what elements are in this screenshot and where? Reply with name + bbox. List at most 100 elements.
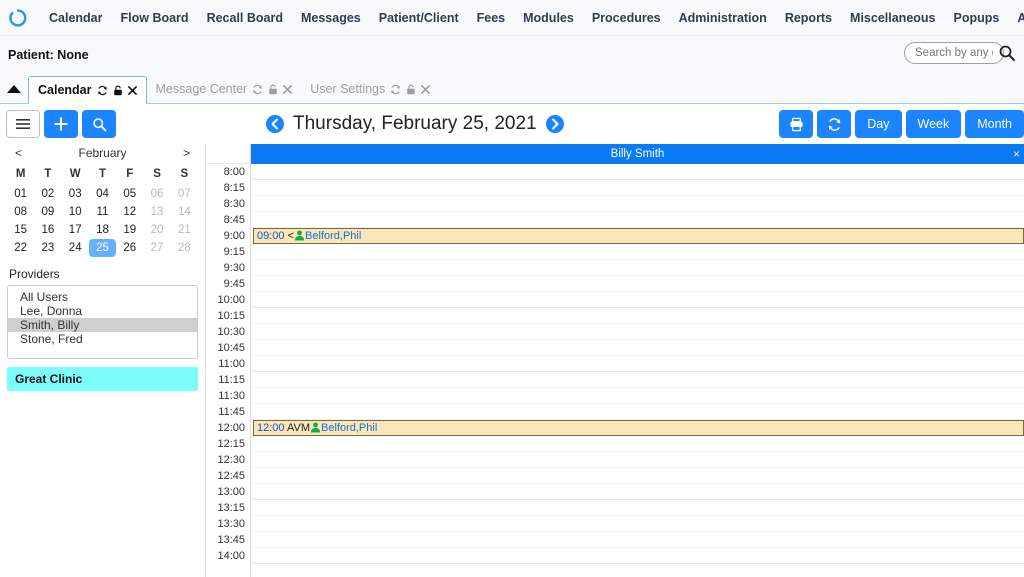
appointment-block[interactable]: 12:00 AVM Belford,Phil: [253, 420, 1024, 436]
appointment-block[interactable]: 09:00 < Belford,Phil: [253, 228, 1024, 244]
mini-cal-day[interactable]: 23: [34, 239, 61, 257]
time-slot[interactable]: [251, 244, 1024, 260]
mini-cal-day[interactable]: 21: [171, 221, 198, 239]
time-slot[interactable]: [251, 324, 1024, 340]
tab-calendar-close-icon[interactable]: [127, 85, 137, 95]
mini-cal-day[interactable]: 06: [143, 185, 170, 203]
time-slot[interactable]: [251, 388, 1024, 404]
tab-message-center[interactable]: Message Center: [147, 75, 302, 103]
mini-cal-day[interactable]: 11: [89, 203, 116, 221]
search-icon[interactable]: [998, 44, 1016, 62]
tab-calendar-lock-icon[interactable]: [113, 85, 123, 96]
mini-cal-day[interactable]: 05: [116, 185, 143, 203]
time-slot[interactable]: [251, 180, 1024, 196]
time-slot[interactable]: [251, 548, 1024, 564]
time-slot[interactable]: [251, 532, 1024, 548]
mini-cal-day[interactable]: 17: [62, 221, 89, 239]
mini-cal-day[interactable]: 13: [143, 203, 170, 221]
nav-item-modules[interactable]: Modules: [514, 0, 583, 36]
search-appointment-button[interactable]: [82, 110, 116, 138]
mini-cal-day[interactable]: 02: [34, 185, 61, 203]
chevron-left-circle-icon[interactable]: [265, 114, 285, 134]
time-slot[interactable]: [251, 276, 1024, 292]
time-slot[interactable]: [251, 404, 1024, 420]
time-slot[interactable]: [251, 436, 1024, 452]
mini-cal-day[interactable]: 24: [62, 239, 89, 257]
mini-cal-day[interactable]: 27: [143, 239, 170, 257]
tab-user-settings-refresh-icon[interactable]: [390, 84, 401, 95]
time-slot[interactable]: [251, 308, 1024, 324]
mini-cal-day[interactable]: 10: [62, 203, 89, 221]
mini-cal-day[interactable]: 14: [171, 203, 198, 221]
mini-cal-day[interactable]: 28: [171, 239, 198, 257]
add-appointment-button[interactable]: [44, 110, 78, 138]
printer-icon[interactable]: [779, 110, 814, 138]
mini-cal-day[interactable]: 19: [116, 221, 143, 239]
hamburger-menu-icon[interactable]: [6, 110, 40, 138]
tab-message-center-lock-icon[interactable]: [268, 84, 278, 95]
mini-cal-day[interactable]: 04: [89, 185, 116, 203]
providers-list[interactable]: All Users Lee, Donna Smith, Billy Stone, Fr…: [7, 285, 198, 359]
nav-item-popups[interactable]: Popups: [945, 0, 1009, 36]
search-input[interactable]: [904, 42, 1004, 64]
time-slot[interactable]: [251, 260, 1024, 276]
time-slot[interactable]: [251, 468, 1024, 484]
mini-cal-day[interactable]: 16: [34, 221, 61, 239]
mini-cal-day[interactable]: 08: [7, 203, 34, 221]
time-slot[interactable]: [251, 372, 1024, 388]
time-slot[interactable]: [251, 356, 1024, 372]
time-slot[interactable]: [251, 196, 1024, 212]
mini-cal-next-month[interactable]: >: [179, 146, 194, 160]
time-slot[interactable]: [251, 484, 1024, 500]
tab-user-settings[interactable]: User Settings: [301, 75, 439, 103]
tab-calendar[interactable]: Calendar: [28, 76, 147, 104]
mini-cal-day-selected[interactable]: 25: [88, 239, 117, 257]
time-slot-grid[interactable]: 09:00 < Belford,Phil 12:00 AVM Belford,Phil: [251, 164, 1024, 564]
nav-item-administration[interactable]: Administration: [670, 0, 776, 36]
nav-item-miscellaneous[interactable]: Miscellaneous: [841, 0, 944, 36]
chevron-right-circle-icon[interactable]: [545, 114, 565, 134]
tab-message-center-refresh-icon[interactable]: [252, 84, 263, 95]
nav-item-procedures[interactable]: Procedures: [583, 0, 670, 36]
mini-cal-day[interactable]: 12: [116, 203, 143, 221]
tab-user-settings-lock-icon[interactable]: [406, 84, 416, 95]
mini-cal-day[interactable]: 20: [143, 221, 170, 239]
mini-cal-day[interactable]: 15: [7, 221, 34, 239]
mini-cal-day[interactable]: 09: [34, 203, 61, 221]
time-slot[interactable]: [251, 452, 1024, 468]
time-slot[interactable]: [251, 516, 1024, 532]
mini-cal-prev-month[interactable]: <: [11, 146, 26, 160]
mini-cal-day[interactable]: 26: [116, 239, 143, 257]
nav-item-patient-client[interactable]: Patient/Client: [370, 0, 468, 36]
provider-option-all-users[interactable]: All Users: [8, 290, 197, 304]
mini-cal-day[interactable]: 07: [171, 185, 198, 203]
provider-option-stone-fred[interactable]: Stone, Fred: [8, 332, 197, 346]
time-slot[interactable]: [251, 164, 1024, 180]
refresh-calendar-icon[interactable]: [817, 110, 852, 138]
nav-item-about[interactable]: About: [1008, 0, 1024, 36]
time-slot[interactable]: [251, 212, 1024, 228]
tab-calendar-refresh-icon[interactable]: [97, 85, 108, 96]
nav-item-messages[interactable]: Messages: [292, 0, 370, 36]
time-slot[interactable]: [251, 340, 1024, 356]
mini-cal-day[interactable]: 18: [89, 221, 116, 239]
mini-cal-day[interactable]: 03: [62, 185, 89, 203]
nav-item-reports[interactable]: Reports: [776, 0, 841, 36]
mini-cal-day[interactable]: 01: [7, 185, 34, 203]
nav-item-fees[interactable]: Fees: [468, 0, 515, 36]
clinic-banner[interactable]: Great Clinic: [7, 367, 198, 391]
triangle-up-icon[interactable]: [0, 75, 28, 103]
view-month-button[interactable]: Month: [965, 110, 1024, 138]
provider-option-smith-billy[interactable]: Smith, Billy: [8, 318, 197, 332]
nav-item-calendar[interactable]: Calendar: [40, 0, 112, 36]
time-slot[interactable]: [251, 292, 1024, 308]
mini-cal-day[interactable]: 22: [7, 239, 34, 257]
view-day-button[interactable]: Day: [855, 110, 902, 138]
tab-user-settings-close-icon[interactable]: [421, 84, 431, 94]
nav-item-flow-board[interactable]: Flow Board: [112, 0, 198, 36]
provider-option-lee-donna[interactable]: Lee, Donna: [8, 304, 197, 318]
close-icon[interactable]: ×: [1013, 147, 1020, 161]
nav-item-recall-board[interactable]: Recall Board: [198, 0, 292, 36]
view-week-button[interactable]: Week: [905, 110, 962, 138]
time-slot[interactable]: [251, 500, 1024, 516]
